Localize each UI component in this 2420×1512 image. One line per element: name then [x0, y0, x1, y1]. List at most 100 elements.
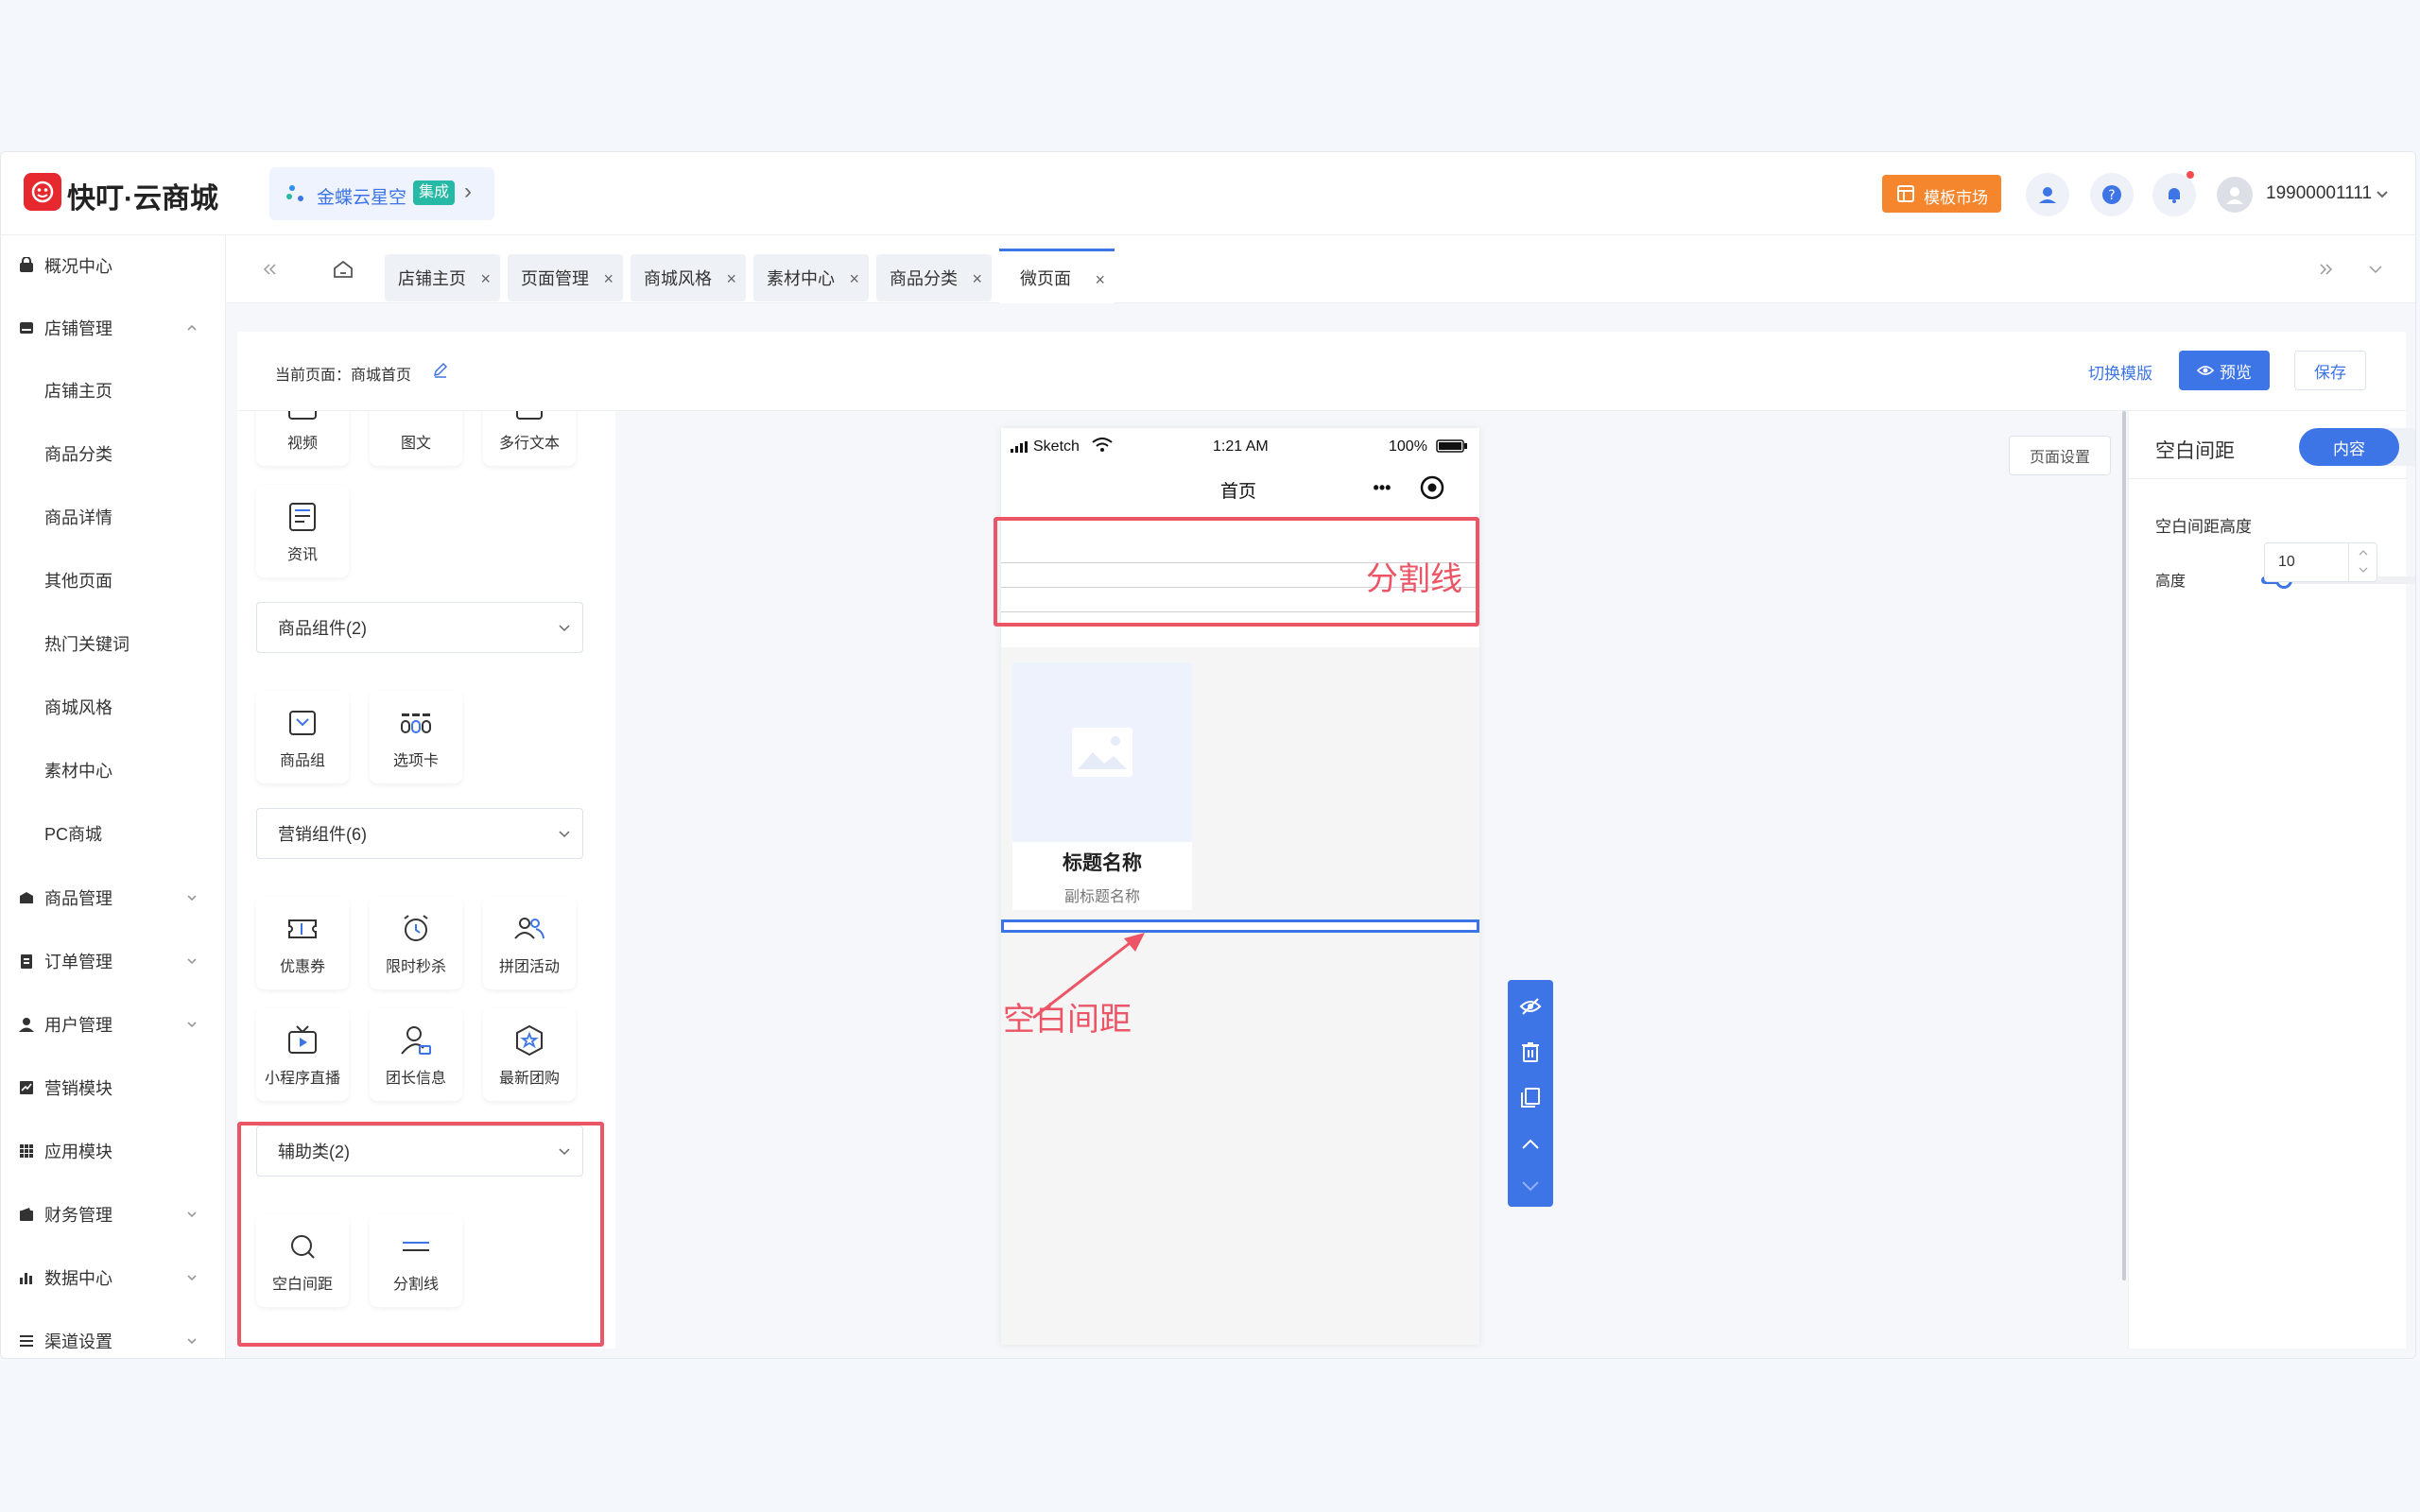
- sidebar-sub-item[interactable]: 店铺主页: [44, 377, 112, 405]
- chevron-down-icon: [187, 958, 197, 965]
- close-icon[interactable]: ×: [1095, 270, 1105, 290]
- phone-page-title: 首页: [1220, 482, 1257, 502]
- close-icon[interactable]: ×: [849, 269, 859, 289]
- close-icon[interactable]: ×: [726, 269, 736, 289]
- service-icon[interactable]: [2026, 173, 2069, 216]
- chevron-down-icon: [187, 1211, 197, 1218]
- text-icon: [516, 411, 543, 420]
- chevron-down-icon[interactable]: [2368, 262, 2383, 277]
- annotation-divider-label: 分割线: [1366, 561, 1462, 597]
- home-icon[interactable]: [332, 258, 354, 281]
- component-latest-group-buy[interactable]: 最新团购: [483, 1008, 576, 1101]
- sidebar-sub-item[interactable]: 其他页面: [44, 567, 112, 595]
- component-image-text[interactable]: 图文: [370, 411, 462, 466]
- tab-micro-page[interactable]: 微页面 ×: [999, 249, 1115, 303]
- stepper-up-icon[interactable]: [2358, 547, 2369, 558]
- goods-icon: [20, 892, 33, 903]
- chevron-down-icon[interactable]: [2376, 188, 2389, 201]
- sidebar-item-store[interactable]: 店铺管理: [1, 309, 226, 347]
- sidebar-item-channel[interactable]: 渠道设置: [1, 1322, 226, 1358]
- component-goods-group[interactable]: 商品组: [256, 691, 349, 783]
- editor-header: 当前页面：商城首页 切换模版 预览 保存: [237, 332, 2406, 411]
- component-video[interactable]: 视频: [256, 411, 349, 466]
- sidebar-sub-item[interactable]: 商城风格: [44, 694, 112, 722]
- help-icon[interactable]: ?: [2090, 173, 2134, 216]
- channel-icon: [20, 1335, 33, 1347]
- battery-icon: [1436, 439, 1467, 453]
- copy-icon[interactable]: [1519, 1086, 1542, 1108]
- close-icon[interactable]: ×: [480, 269, 491, 289]
- sidebar-item-marketing[interactable]: 营销模块: [1, 1069, 226, 1107]
- product-title: 标题名称: [1063, 852, 1142, 874]
- sidebar-sub-item[interactable]: 商品分类: [44, 440, 112, 469]
- chevron-up-icon[interactable]: [1519, 1133, 1542, 1156]
- trash-icon[interactable]: [1519, 1040, 1542, 1063]
- component-tabs[interactable]: 选项卡: [370, 691, 462, 783]
- edit-icon[interactable]: [432, 362, 449, 379]
- component-multiline-text[interactable]: 多行文本: [483, 411, 576, 466]
- tab-store-home[interactable]: 店铺主页 ×: [385, 254, 500, 301]
- switch-template-link[interactable]: 切换模版: [2088, 360, 2152, 384]
- image-text-icon: [399, 411, 433, 422]
- video-icon: [288, 411, 317, 420]
- stepper-down-icon[interactable]: [2358, 564, 2369, 576]
- bell-icon[interactable]: [2152, 171, 2196, 216]
- tab-content[interactable]: 内容: [2299, 428, 2399, 466]
- component-news[interactable]: 资讯: [256, 485, 349, 577]
- page-settings-button[interactable]: 页面设置: [2009, 436, 2111, 475]
- double-chevron-right-icon[interactable]: [2319, 262, 2334, 277]
- avatar[interactable]: [2217, 177, 2253, 213]
- sidebar-item-overview[interactable]: 概况中心: [1, 247, 226, 284]
- goods-group-icon: [289, 711, 316, 735]
- template-market-button[interactable]: 模板市场: [1882, 175, 2001, 213]
- height-stepper[interactable]: [2264, 542, 2377, 582]
- product-card[interactable]: 标题名称 副标题名称: [1012, 662, 1192, 910]
- sidebar-item-goods[interactable]: 商品管理: [1, 879, 226, 917]
- height-input[interactable]: [2265, 543, 2348, 581]
- close-icon[interactable]: ×: [603, 269, 614, 289]
- sidebar-item-apps[interactable]: 应用模块: [1, 1132, 226, 1170]
- main-area: 店铺主页 × 页面管理 × 商城风格 × 素材中心 × 商品分类 × 微页面 × 当前页面：…: [226, 235, 2415, 1358]
- sidebar-item-orders[interactable]: 订单管理: [1, 942, 226, 980]
- save-button[interactable]: 保存: [2294, 351, 2366, 390]
- tab-page-management[interactable]: 页面管理 ×: [508, 254, 623, 301]
- user-name[interactable]: 19900001111: [2266, 183, 2372, 204]
- sidebar-item-users[interactable]: 用户管理: [1, 1005, 226, 1043]
- sidebar-sub-item[interactable]: PC商城: [44, 820, 102, 849]
- user-icon: [19, 1018, 34, 1032]
- sidebar-sub-item[interactable]: 商品详情: [44, 504, 112, 532]
- tv-icon: [288, 1025, 317, 1054]
- close-icon[interactable]: ×: [972, 269, 982, 289]
- sidebar-item-finance[interactable]: 财务管理: [1, 1195, 226, 1233]
- double-chevron-left-icon[interactable]: [262, 262, 277, 277]
- chevron-down-icon[interactable]: [1519, 1175, 1542, 1197]
- image-placeholder-icon: [1072, 728, 1132, 777]
- tab-style[interactable]: 样式: [2399, 428, 2415, 466]
- annotation-box-aux: [237, 1122, 604, 1347]
- integration-badge[interactable]: 金蝶云星空 集成 ›: [269, 167, 494, 220]
- template-icon: [1897, 185, 1914, 202]
- marketing-group-dropdown[interactable]: 营销组件(6): [256, 808, 583, 859]
- component-group-buy[interactable]: 拼团活动: [483, 897, 576, 989]
- sidebar-sub-item[interactable]: 素材中心: [44, 757, 112, 785]
- eye-off-icon[interactable]: [1519, 995, 1542, 1018]
- sidebar-item-data[interactable]: 数据中心: [1, 1259, 226, 1297]
- leader-icon: [401, 1026, 431, 1055]
- chevron-down-icon: [559, 625, 570, 632]
- sidebar-sub-item[interactable]: 热门关键词: [44, 630, 130, 659]
- hexagon-star-icon: [516, 1024, 543, 1057]
- component-flash-sale[interactable]: 限时秒杀: [370, 897, 462, 989]
- tab-mall-style[interactable]: 商城风格 ×: [631, 254, 746, 301]
- component-coupon[interactable]: 优惠券: [256, 897, 349, 989]
- tab-goods-category[interactable]: 商品分类 ×: [876, 254, 992, 301]
- preview-button[interactable]: 预览: [2179, 351, 2270, 390]
- canvas-scrollbar[interactable]: [2122, 411, 2126, 1280]
- tab-material-center[interactable]: 素材中心 ×: [753, 254, 869, 301]
- component-live-stream[interactable]: 小程序直播: [256, 1008, 349, 1101]
- apps-icon: [20, 1144, 33, 1158]
- goods-group-dropdown[interactable]: 商品组件(2): [256, 602, 583, 653]
- component-leader-info[interactable]: 团长信息: [370, 1008, 462, 1101]
- target-icon: [1421, 475, 1444, 500]
- kingdee-icon: [286, 185, 303, 201]
- signal-icon: [1011, 441, 1028, 453]
